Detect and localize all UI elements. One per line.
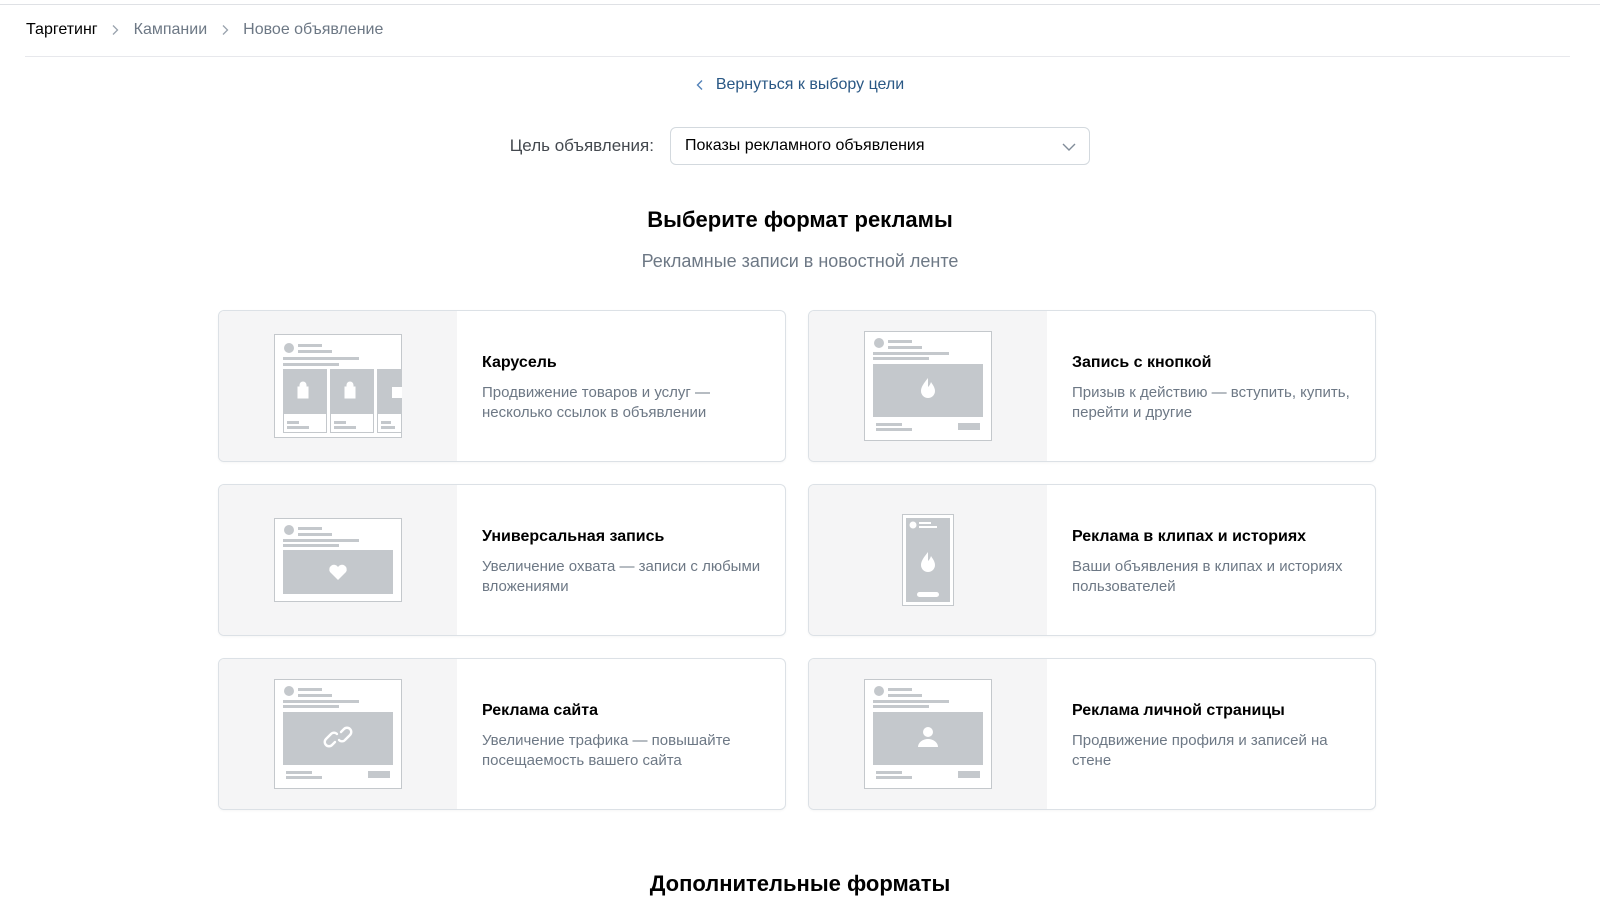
breadcrumb-divider	[25, 56, 1570, 57]
button-post-preview	[809, 311, 1047, 461]
additional-formats-title: Дополнительные форматы	[649, 871, 951, 896]
chevron-down-icon	[1061, 140, 1077, 158]
top-divider	[0, 4, 1600, 5]
back-link-label: Вернуться к выбору цели	[715, 76, 905, 93]
goal-select[interactable]: Показы рекламного объявления	[670, 127, 1090, 165]
format-description: Ваши объявления в клипах и историях поль…	[1072, 558, 1343, 595]
site-ad-icon	[274, 679, 402, 789]
carousel-preview	[219, 311, 457, 461]
format-card-carousel[interactable]: Карусель Продвижение товаров и услуг — н…	[218, 310, 786, 462]
format-card-universal-post[interactable]: Универсальная запись Увеличение охвата —…	[218, 484, 786, 636]
format-description: Продвижение профиля и записей на стене	[1072, 732, 1328, 769]
format-card-clips-stories[interactable]: Реклама в клипах и историях Ваши объявле…	[808, 484, 1376, 636]
personal-page-preview	[809, 659, 1047, 809]
format-card-button-post[interactable]: Запись с кнопкой Призыв к действию — вст…	[808, 310, 1376, 462]
goal-select-value: Показы рекламного объявления	[685, 137, 925, 154]
clips-stories-preview	[809, 485, 1047, 635]
carousel-icon	[274, 334, 402, 438]
universal-post-icon	[274, 518, 402, 602]
site-ad-preview	[219, 659, 457, 809]
breadcrumb: Таргетинг Кампании Новое объявление	[26, 20, 383, 40]
format-description: Призыв к действию — вступить, купить, пе…	[1072, 384, 1350, 421]
back-to-goal-link[interactable]: Вернуться к выбору цели	[0, 76, 1600, 94]
format-title: Реклама личной страницы	[1072, 702, 1285, 719]
format-description: Увеличение трафика — повышайте посещаемо…	[482, 732, 731, 769]
button-post-icon	[864, 331, 992, 441]
section-title: Выберите формат рекламы	[647, 207, 953, 232]
format-card-personal-page[interactable]: Реклама личной страницы Продвижение проф…	[808, 658, 1376, 810]
personal-page-icon	[864, 679, 992, 789]
breadcrumb-campaigns[interactable]: Кампании	[134, 21, 208, 39]
chevron-left-icon	[696, 78, 706, 92]
breadcrumb-targeting[interactable]: Таргетинг	[26, 21, 98, 39]
breadcrumb-new-ad: Новое объявление	[243, 21, 384, 38]
section-subtitle: Рекламные записи в новостной ленте	[641, 251, 959, 271]
format-title: Реклама в клипах и историях	[1072, 528, 1307, 545]
format-title: Универсальная запись	[482, 528, 665, 545]
format-title: Карусель	[482, 354, 557, 371]
goal-label: Цель объявления:	[509, 136, 654, 155]
format-description: Продвижение товаров и услуг — несколько …	[482, 384, 711, 421]
breadcrumb-chevron-icon	[112, 20, 120, 40]
format-card-site-ad[interactable]: Реклама сайта Увеличение трафика — повыш…	[218, 658, 786, 810]
format-description: Увеличение охвата — записи с любыми влож…	[482, 558, 761, 595]
goal-row: Цель объявления: Показы рекламного объяв…	[0, 127, 1600, 165]
breadcrumb-chevron-icon	[221, 20, 229, 40]
format-title: Запись с кнопкой	[1072, 354, 1212, 371]
clips-stories-icon	[902, 514, 954, 606]
format-title: Реклама сайта	[482, 702, 598, 719]
universal-post-preview	[219, 485, 457, 635]
